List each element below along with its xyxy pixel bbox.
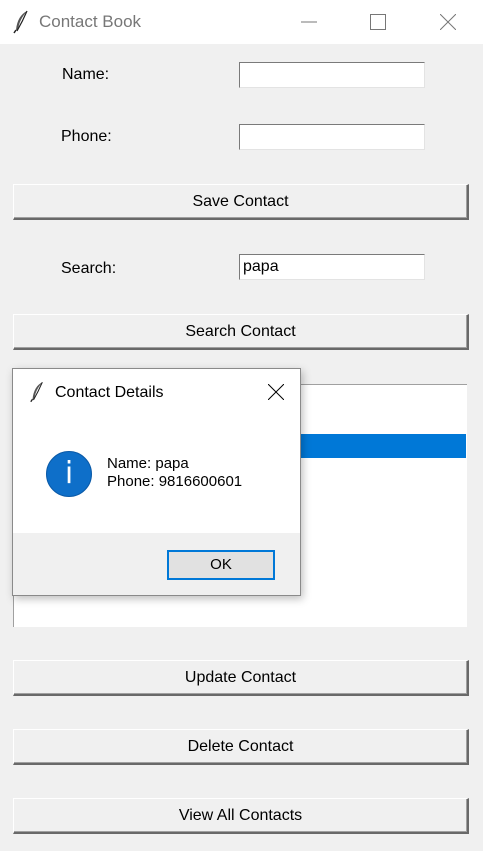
ok-button[interactable]: OK	[167, 550, 275, 580]
minimize-button[interactable]	[286, 0, 332, 44]
search-contact-button[interactable]: Search Contact	[13, 314, 469, 350]
title-bar: Contact Book	[0, 0, 483, 44]
window-title: Contact Book	[39, 12, 142, 31]
maximize-icon	[370, 14, 386, 30]
update-contact-button[interactable]: Update Contact	[13, 660, 469, 696]
dialog-message-phone: Phone: 9816600601	[107, 473, 243, 490]
dialog-message-name: Name: papa	[107, 455, 189, 472]
dialog-footer: OK	[13, 533, 300, 595]
dialog-message: Name: papa Phone: 9816600601	[107, 455, 242, 491]
delete-contact-button[interactable]: Delete Contact	[13, 729, 469, 765]
close-button[interactable]	[425, 0, 471, 44]
save-contact-button[interactable]: Save Contact	[13, 184, 469, 220]
name-field[interactable]	[239, 62, 425, 88]
feather-icon	[29, 380, 45, 404]
info-icon: i	[46, 451, 92, 497]
dialog-title: Contact Details	[55, 384, 164, 401]
phone-field[interactable]	[239, 124, 425, 150]
maximize-button[interactable]	[355, 0, 401, 44]
search-field[interactable]	[239, 254, 425, 280]
minimize-icon	[301, 21, 317, 23]
name-label: Name:	[62, 66, 110, 83]
contact-details-dialog: Contact Details i Name: papa Phone: 9816…	[12, 368, 301, 596]
dialog-close-button[interactable]	[259, 377, 293, 407]
close-icon	[268, 384, 284, 400]
close-icon	[440, 14, 456, 30]
search-label: Search:	[61, 260, 117, 277]
phone-label: Phone:	[61, 128, 112, 145]
feather-icon	[12, 10, 30, 34]
view-all-contacts-button[interactable]: View All Contacts	[13, 798, 469, 834]
